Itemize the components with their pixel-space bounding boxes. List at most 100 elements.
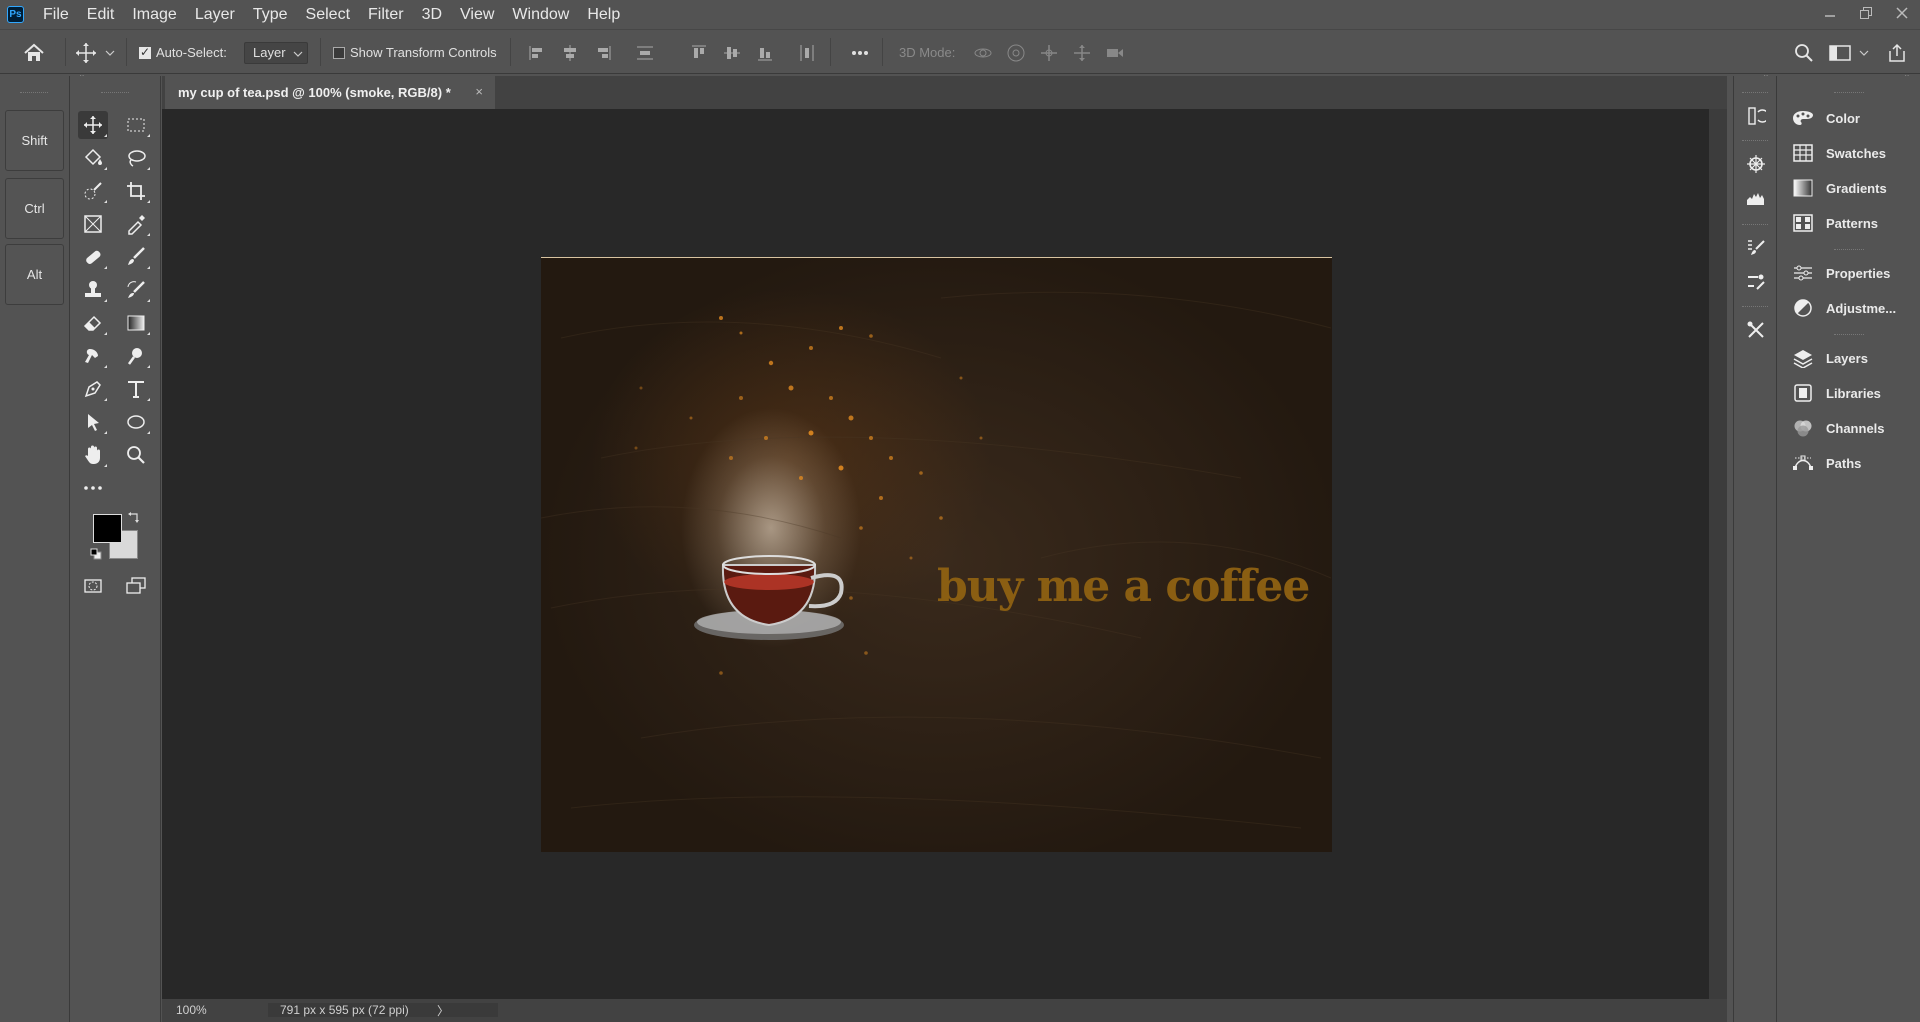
brush-settings-panel-button[interactable] — [1744, 236, 1768, 260]
align-right-edges-button[interactable] — [592, 42, 614, 64]
more-options-button[interactable] — [849, 42, 871, 64]
quick-selection-tool[interactable] — [78, 177, 108, 205]
panel-grip[interactable] — [101, 92, 129, 95]
3d-roll-button[interactable] — [1005, 42, 1027, 64]
3d-scale-button[interactable] — [1104, 42, 1126, 64]
panel-gradients[interactable]: Gradients — [1780, 173, 1920, 203]
eraser-tool[interactable] — [78, 309, 108, 337]
history-brush-tool[interactable] — [121, 276, 151, 304]
canvas-workspace[interactable]: buy me a coffee — [162, 109, 1709, 999]
document-canvas[interactable]: buy me a coffee — [541, 257, 1332, 852]
panel-grip[interactable] — [1834, 92, 1864, 95]
align-left-edges-button[interactable] — [526, 42, 548, 64]
menu-edit[interactable]: Edit — [78, 0, 124, 29]
distribute-horizontal-button[interactable] — [796, 42, 818, 64]
foreground-color-swatch[interactable] — [93, 514, 122, 543]
shift-key[interactable]: Shift — [5, 110, 64, 171]
share-button[interactable] — [1886, 42, 1908, 64]
auto-select-target-dropdown[interactable]: Layer — [244, 42, 308, 64]
menu-image[interactable]: Image — [123, 0, 185, 29]
document-tab[interactable]: my cup of tea.psd @ 100% (smoke, RGB/8) … — [165, 76, 495, 109]
brushes-panel-button[interactable] — [1744, 270, 1768, 294]
align-vertical-centers-button[interactable] — [721, 42, 743, 64]
ellipse-tool[interactable] — [121, 408, 151, 436]
align-top-edges-button[interactable] — [688, 42, 710, 64]
panel-layers[interactable]: Layers — [1780, 343, 1920, 373]
move-tool[interactable] — [78, 111, 108, 139]
vertical-scrollbar[interactable] — [1709, 109, 1727, 999]
navigator-panel-button[interactable] — [1744, 152, 1768, 176]
eyedropper-tool[interactable] — [121, 210, 151, 238]
menu-view[interactable]: View — [451, 0, 503, 29]
move-tool-preset-button[interactable] — [75, 42, 97, 64]
menu-type[interactable]: Type — [244, 0, 297, 29]
alt-key[interactable]: Alt — [5, 244, 64, 305]
gradient-tool[interactable] — [121, 309, 151, 337]
history-panel-button[interactable] — [1744, 104, 1768, 128]
crop-tool[interactable] — [121, 177, 151, 205]
brush-tool[interactable] — [121, 243, 151, 271]
zoom-level[interactable]: 100% — [176, 1003, 207, 1017]
restore-button[interactable] — [1848, 0, 1884, 26]
workspace-dropdown-button[interactable] — [1857, 42, 1871, 64]
zoom-tool[interactable] — [121, 441, 151, 469]
frame-tool[interactable] — [78, 210, 108, 238]
panel-libraries[interactable]: Libraries — [1780, 378, 1920, 408]
panel-channels[interactable]: Channels — [1780, 413, 1920, 443]
document-info[interactable]: 791 px x 595 px (72 ppi) — [268, 1003, 498, 1017]
panel-grip[interactable] — [1742, 92, 1768, 95]
rectangular-marquee-tool[interactable] — [121, 111, 151, 139]
3d-slide-button[interactable] — [1071, 42, 1093, 64]
panel-grip[interactable] — [1834, 334, 1864, 337]
quick-mask-button[interactable] — [78, 572, 108, 600]
tool-presets-panel-button[interactable] — [1744, 318, 1768, 342]
panel-grip[interactable] — [20, 92, 48, 95]
close-document-icon[interactable]: × — [475, 84, 483, 99]
3d-pan-button[interactable] — [1038, 42, 1060, 64]
dodge-tool[interactable] — [121, 342, 151, 370]
panel-grip[interactable] — [1742, 224, 1768, 227]
canvas-headline-text[interactable]: buy me a coffee — [937, 561, 1310, 612]
menu-help[interactable]: Help — [578, 0, 629, 29]
ctrl-key[interactable]: Ctrl — [5, 178, 64, 239]
pen-tool[interactable] — [78, 375, 108, 403]
path-selection-tool[interactable] — [78, 408, 108, 436]
menu-layer[interactable]: Layer — [186, 0, 244, 29]
blur-tool[interactable] — [78, 342, 108, 370]
menu-window[interactable]: Window — [503, 0, 578, 29]
lasso-tool[interactable] — [121, 144, 151, 172]
preset-dropdown-button[interactable] — [103, 42, 117, 64]
align-bottom-edges-button[interactable] — [754, 42, 776, 64]
menu-3d[interactable]: 3D — [413, 0, 451, 29]
paint-bucket-tool[interactable] — [78, 144, 108, 172]
panel-patterns[interactable]: Patterns — [1780, 208, 1920, 238]
menu-filter[interactable]: Filter — [359, 0, 413, 29]
histogram-panel-button[interactable] — [1744, 186, 1768, 210]
panel-properties[interactable]: Properties — [1780, 258, 1920, 288]
panel-paths[interactable]: Paths — [1780, 448, 1920, 478]
default-colors-button[interactable] — [90, 548, 102, 560]
screen-mode-button[interactable] — [121, 572, 151, 600]
type-tool[interactable] — [121, 375, 151, 403]
auto-select-checkbox[interactable] — [139, 45, 151, 59]
align-horizontal-centers-button[interactable] — [559, 42, 581, 64]
clone-stamp-tool[interactable] — [78, 276, 108, 304]
panel-grip[interactable] — [1742, 306, 1768, 309]
photoshop-logo-icon[interactable]: Ps — [7, 6, 24, 23]
panel-grip[interactable] — [1742, 140, 1768, 143]
close-window-button[interactable] — [1884, 0, 1920, 26]
search-button[interactable] — [1793, 42, 1815, 64]
panel-swatches[interactable]: Swatches — [1780, 138, 1920, 168]
panel-adjustments[interactable]: Adjustme... — [1780, 293, 1920, 323]
home-button[interactable] — [23, 42, 45, 64]
swap-colors-button[interactable] — [127, 510, 141, 524]
3d-orbit-button[interactable] — [972, 42, 994, 64]
spot-healing-brush-tool[interactable] — [78, 243, 108, 271]
distribute-vertical-button[interactable] — [634, 42, 656, 64]
minimize-button[interactable] — [1812, 0, 1848, 26]
hand-tool[interactable] — [78, 441, 108, 469]
panel-grip[interactable] — [1834, 249, 1864, 252]
edit-toolbar-button[interactable] — [78, 474, 108, 502]
workspace-button[interactable] — [1829, 42, 1851, 64]
menu-file[interactable]: File — [34, 0, 78, 29]
